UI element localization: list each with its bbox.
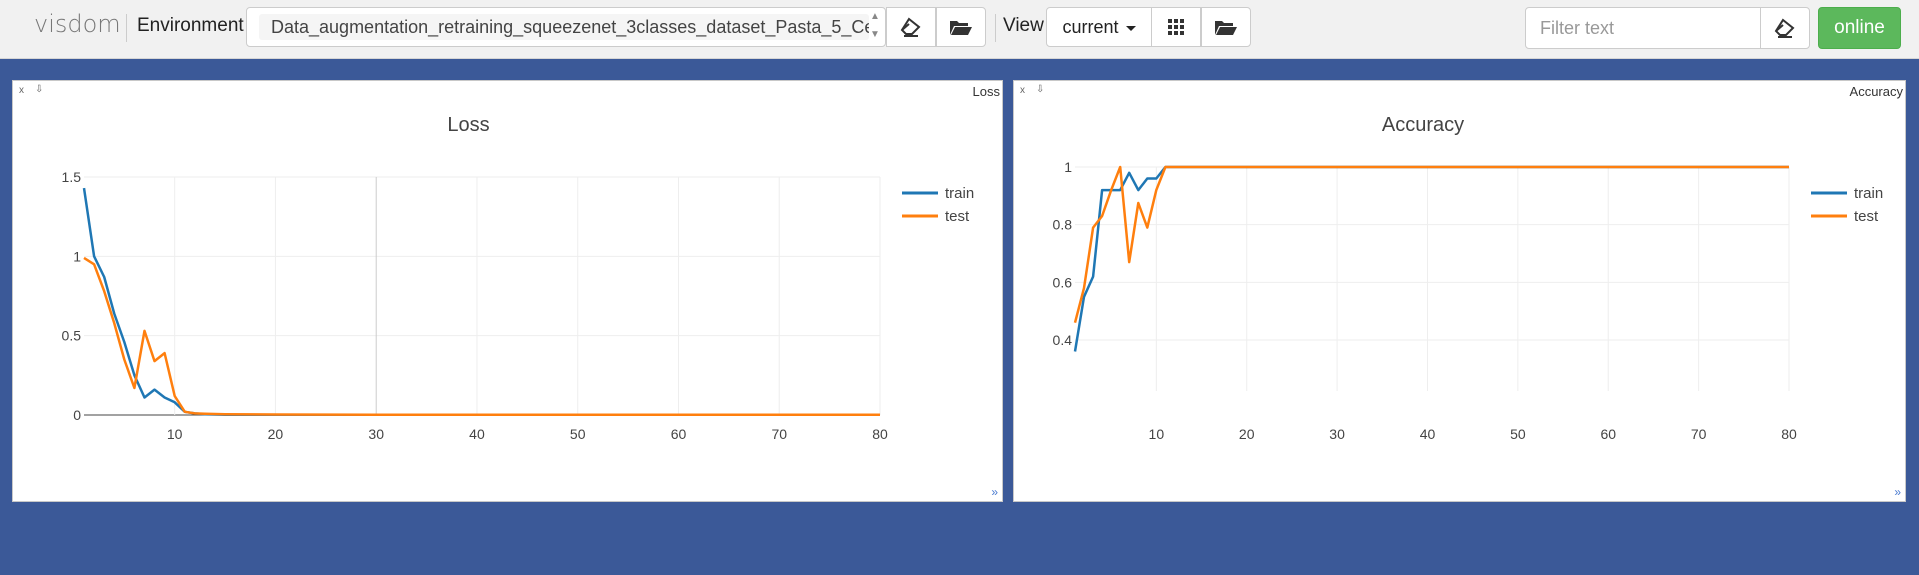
y-tick-label: 1 bbox=[73, 248, 81, 264]
series-line-test bbox=[1073, 165, 1789, 324]
chevron-down-icon[interactable]: ▼ bbox=[869, 29, 881, 40]
environment-chip[interactable]: Data_augmentation_retraining_squeezenet_… bbox=[259, 14, 869, 40]
chart-title: Loss bbox=[447, 114, 489, 136]
eraser-icon bbox=[900, 17, 921, 37]
pane-loss[interactable]: x ⇩ Loss Loss 0 0.5 1 1.5 10 20 30 40 50 60 70 80 tra… bbox=[12, 80, 1003, 502]
arrange-grid-button[interactable] bbox=[1151, 7, 1201, 47]
series-line-test bbox=[83, 256, 880, 416]
folder-open-icon bbox=[1215, 21, 1237, 35]
legend-label-train: train bbox=[1854, 185, 1883, 202]
legend-label-train: train bbox=[945, 185, 974, 202]
resize-icon[interactable]: » bbox=[991, 485, 998, 499]
series-line-train bbox=[82, 187, 880, 417]
divider bbox=[126, 14, 127, 42]
environment-select[interactable]: Data_augmentation_retraining_squeezenet_… bbox=[246, 7, 886, 47]
navbar: visdom Environment Data_augmentation_ret… bbox=[0, 0, 1919, 59]
caret-down-icon bbox=[1125, 25, 1136, 31]
online-status-button[interactable]: online bbox=[1818, 7, 1901, 49]
x-tick-label: 80 bbox=[872, 426, 888, 442]
x-tick-label: 70 bbox=[1691, 426, 1707, 442]
chevron-up-icon[interactable]: ▲ bbox=[869, 11, 881, 22]
y-tick-label: 0.4 bbox=[1053, 332, 1073, 348]
accuracy-chart: Accuracy 0.4 0.6 0.8 1 10 20 30 40 50 60 70 80 train t… bbox=[1053, 114, 1884, 442]
brand-logo[interactable]: visdom bbox=[34, 10, 121, 38]
y-tick-label: 0.8 bbox=[1053, 217, 1073, 233]
folder-open-icon bbox=[950, 21, 972, 35]
view-select[interactable]: current bbox=[1046, 7, 1152, 47]
x-tick-label: 40 bbox=[469, 426, 485, 442]
manage-views-button[interactable] bbox=[1201, 7, 1251, 47]
x-tick-label: 10 bbox=[167, 426, 183, 442]
y-tick-label: 0.6 bbox=[1053, 274, 1073, 290]
clear-environment-button[interactable] bbox=[886, 7, 936, 47]
loss-chart: Loss 0 0.5 1 1.5 10 20 30 40 50 60 70 80 train test bbox=[62, 114, 975, 442]
filter-input[interactable] bbox=[1525, 7, 1761, 49]
grid-icon bbox=[1168, 19, 1184, 35]
x-tick-label: 40 bbox=[1420, 426, 1436, 442]
y-tick-label: 1.5 bbox=[62, 169, 82, 185]
resize-icon[interactable]: » bbox=[1894, 485, 1901, 499]
series-line-train bbox=[1073, 165, 1789, 352]
chart-title: Accuracy bbox=[1382, 114, 1464, 136]
eraser-icon bbox=[1774, 18, 1795, 38]
x-tick-label: 80 bbox=[1781, 426, 1797, 442]
x-tick-label: 30 bbox=[1329, 426, 1345, 442]
x-tick-label: 30 bbox=[368, 426, 384, 442]
x-tick-label: 10 bbox=[1149, 426, 1165, 442]
legend-label-test: test bbox=[1854, 208, 1879, 225]
y-tick-label: 1 bbox=[1064, 159, 1072, 175]
x-tick-label: 50 bbox=[1510, 426, 1526, 442]
x-tick-label: 50 bbox=[570, 426, 586, 442]
x-tick-label: 70 bbox=[771, 426, 787, 442]
pane-accuracy[interactable]: x ⇩ Accuracy Accuracy 0.4 0.6 0.8 1 10 20 30 40 5… bbox=[1013, 80, 1906, 502]
divider bbox=[995, 14, 996, 42]
x-tick-label: 60 bbox=[1600, 426, 1616, 442]
y-tick-label: 0.5 bbox=[62, 328, 82, 344]
y-tick-label: 0 bbox=[73, 407, 81, 423]
x-tick-label: 20 bbox=[1239, 426, 1255, 442]
legend-label-test: test bbox=[945, 208, 970, 225]
x-tick-label: 20 bbox=[268, 426, 284, 442]
environment-label: Environment bbox=[137, 15, 244, 36]
view-label: View bbox=[1003, 15, 1044, 36]
manage-environment-button[interactable] bbox=[936, 7, 986, 47]
clear-filter-button[interactable] bbox=[1760, 7, 1810, 49]
view-value: current bbox=[1062, 17, 1119, 37]
x-tick-label: 60 bbox=[671, 426, 687, 442]
